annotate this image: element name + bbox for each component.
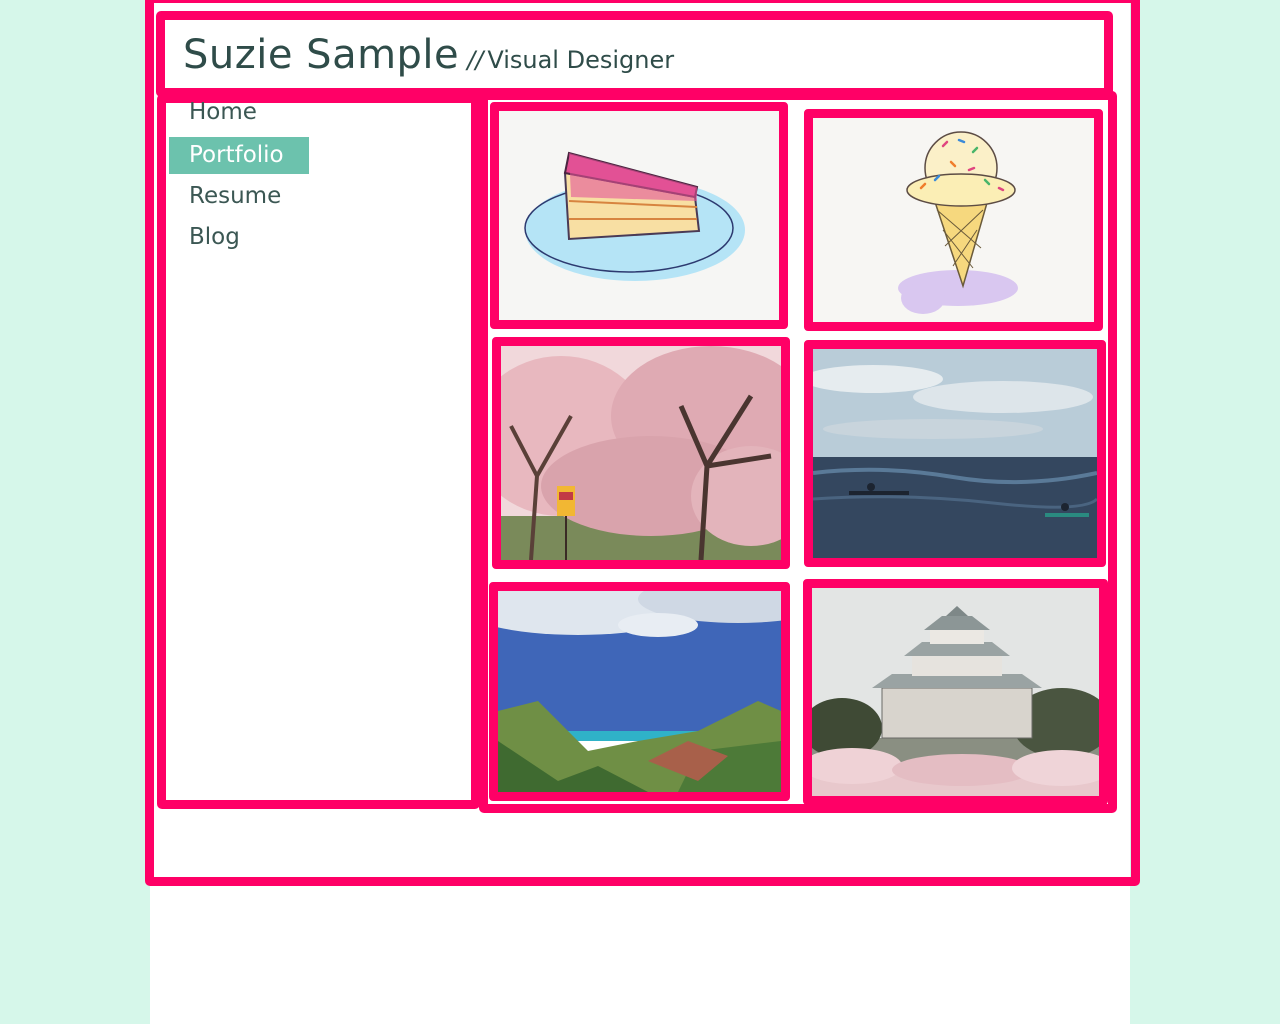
ocean-kayak-image — [813, 349, 1097, 558]
coastal-valley-image — [498, 591, 781, 792]
portfolio-tile-cherry-blossom[interactable] — [492, 337, 790, 569]
nav-item-home[interactable]: Home — [189, 94, 257, 131]
portfolio-tile-cake[interactable] — [490, 102, 788, 329]
portfolio-tile-ocean[interactable] — [804, 340, 1106, 567]
portfolio-tile-ice-cream[interactable] — [804, 109, 1103, 331]
castle-image — [812, 588, 1099, 796]
nav-item-portfolio[interactable]: Portfolio — [169, 137, 309, 174]
cake-sketch-image — [499, 111, 779, 320]
site-role: Visual Designer — [487, 46, 675, 74]
site-title: Suzie Sample//Visual Designer — [183, 32, 674, 78]
nav-item-resume[interactable]: Resume — [189, 178, 281, 215]
title-separator: // — [467, 46, 484, 74]
portfolio-tile-castle[interactable] — [803, 579, 1108, 805]
cherry-blossom-image — [501, 346, 781, 560]
nav-item-blog[interactable]: Blog — [189, 219, 240, 256]
portfolio-tile-valley[interactable] — [489, 582, 790, 801]
site-name: Suzie Sample — [183, 32, 460, 78]
ice-cream-sketch-image — [813, 118, 1094, 322]
